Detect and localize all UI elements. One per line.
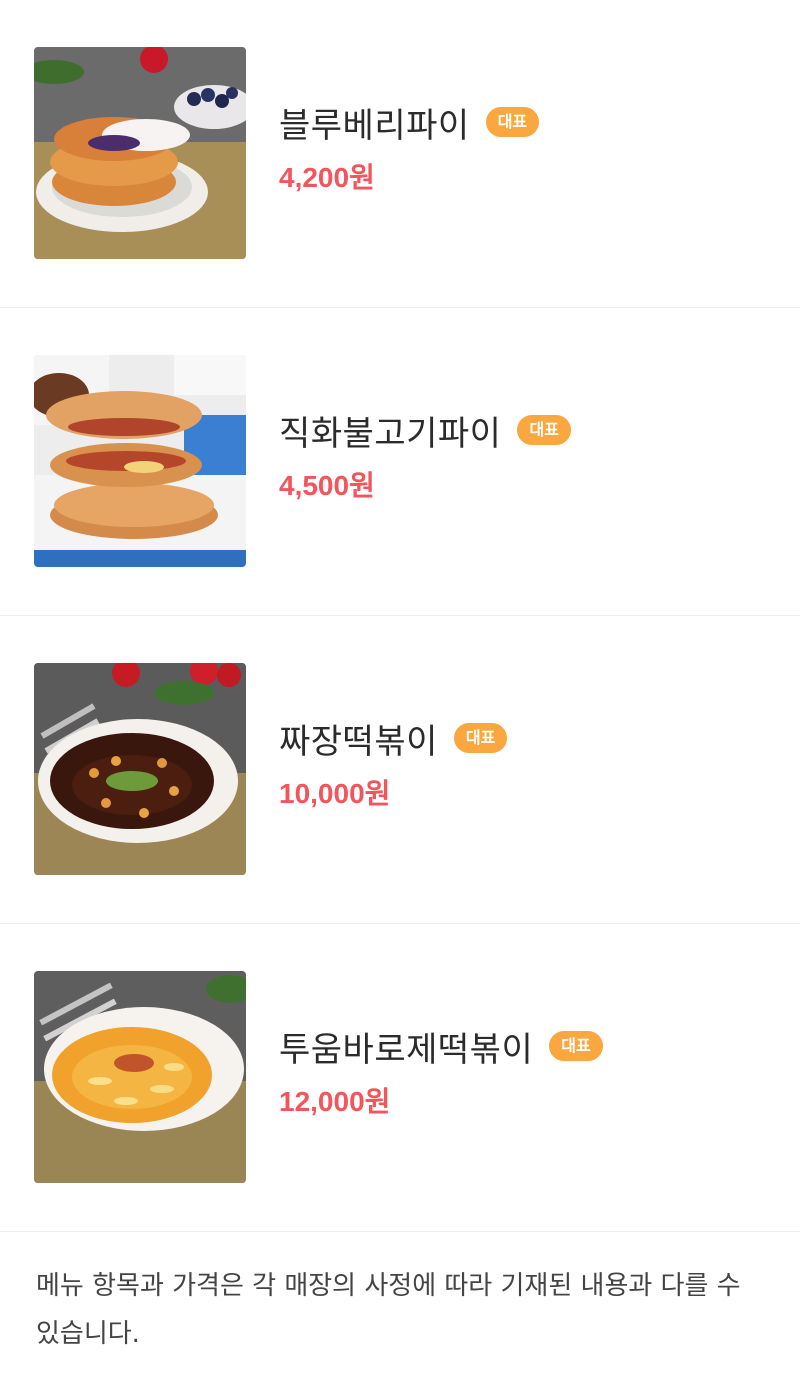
menu-item-name-row: 블루베리파이 대표 (279, 98, 540, 146)
menu-item-image (34, 47, 246, 259)
menu-item-name: 투움바로제떡볶이 (279, 1029, 534, 1070)
menu-item-image (34, 355, 246, 567)
signature-badge: 대표 (517, 415, 571, 445)
menu-list: 블루베리파이 대표 4,200원 직화불고기파이 대표 4,500원 짜장떡볶이… (0, 0, 800, 1232)
menu-item[interactable]: 투움바로제떡볶이 대표 12,000원 (0, 924, 800, 1232)
menu-item[interactable]: 짜장떡볶이 대표 10,000원 (0, 616, 800, 924)
menu-item-price: 12,000원 (279, 1086, 391, 1117)
menu-item-name: 블루베리파이 (279, 105, 470, 146)
menu-item-image (34, 663, 246, 875)
menu-item-info: 투움바로제떡볶이 대표 12,000원 (279, 1022, 603, 1120)
jjajang-tteokbokki-image (34, 663, 246, 875)
signature-badge: 대표 (549, 1031, 603, 1061)
menu-item-name: 짜장떡볶이 (279, 721, 438, 762)
blueberry-pie-image (34, 47, 246, 259)
menu-item-price: 4,500원 (279, 470, 375, 501)
menu-item-name-row: 직화불고기파이 대표 (279, 406, 571, 454)
signature-badge: 대표 (453, 723, 508, 753)
menu-item-info: 블루베리파이 대표 4,200원 (279, 98, 540, 196)
toowoomba-rose-tteokbokki-image (34, 971, 246, 1183)
menu-item-name-row: 짜장떡볶이 대표 (279, 714, 508, 762)
menu-item-name-row: 투움바로제떡볶이 대표 (279, 1022, 603, 1070)
menu-item-price: 10,000원 (279, 778, 391, 809)
bulgogi-pie-image (34, 355, 246, 567)
menu-item-info: 직화불고기파이 대표 4,500원 (279, 406, 571, 504)
menu-item-image (34, 971, 246, 1183)
menu-item[interactable]: 블루베리파이 대표 4,200원 (0, 0, 800, 308)
menu-item-name: 직화불고기파이 (279, 413, 502, 454)
menu-price-notice: 메뉴 항목과 가격은 각 매장의 사정에 따라 기재된 내용과 다를 수 있습니… (36, 1271, 741, 1349)
menu-item[interactable]: 직화불고기파이 대표 4,500원 (0, 308, 800, 616)
menu-item-info: 짜장떡볶이 대표 10,000원 (279, 714, 508, 812)
menu-item-price: 4,200원 (279, 162, 375, 193)
signature-badge: 대표 (485, 107, 540, 137)
